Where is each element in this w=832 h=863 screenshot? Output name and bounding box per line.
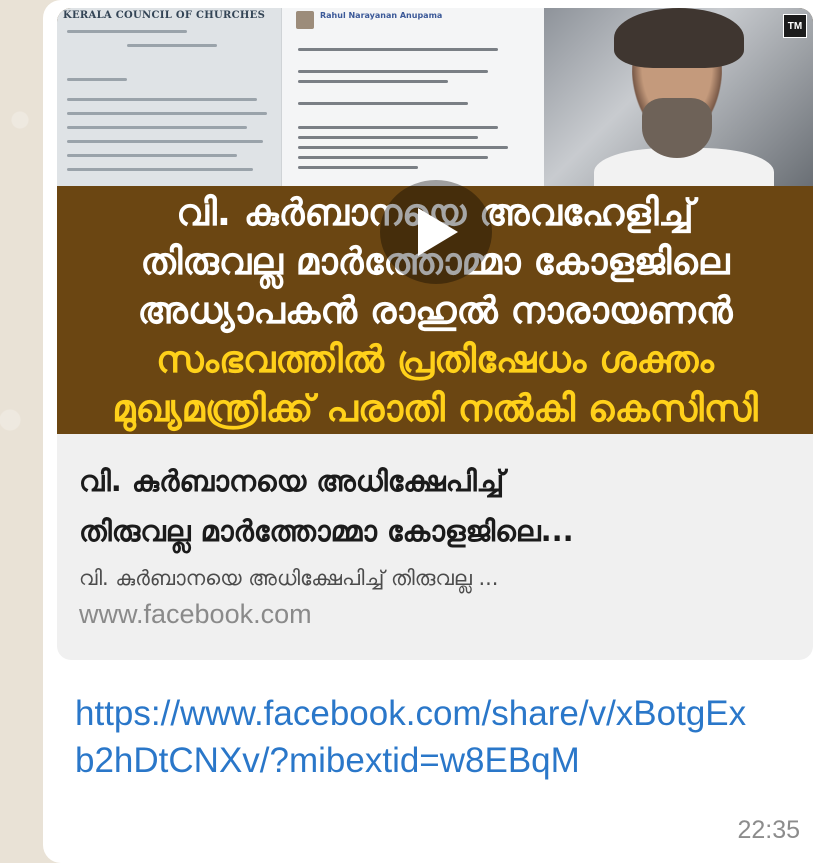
preview-text[interactable]: വി. കുർബാനയെ അധിക്ഷേപിച്ച് തിരുവല്ല മാർത… — [79, 456, 799, 634]
post-line — [298, 102, 468, 105]
post-line — [298, 70, 488, 73]
message-link[interactable]: https://www.facebook.com/share/v/xBotgEx… — [75, 690, 755, 784]
hair-shape — [614, 8, 744, 68]
preview-domain: www.facebook.com — [79, 599, 312, 629]
letter-line — [127, 44, 217, 47]
beard-shape — [642, 98, 712, 158]
letter-line — [67, 78, 127, 81]
play-icon — [418, 208, 458, 256]
headline-line: സംഭവത്തിൽ പ്രതിഷേധം ശക്തം — [156, 337, 714, 381]
preview-title: വി. കുർബാനയെ അധിക്ഷേപിച്ച് തിരുവല്ല മാർത… — [79, 456, 799, 556]
post-author: Rahul Narayanan Anupama — [320, 11, 443, 20]
headline-line: മുഖ്യമന്ത്രിക്ക് പരാതി നൽകി കെസിസി — [112, 386, 758, 430]
message-bubble[interactable]: KERALA COUNCIL OF CHURCHES Rahul Narayan… — [43, 0, 832, 863]
post-line — [298, 166, 418, 169]
avatar — [296, 11, 314, 29]
letter-image: KERALA COUNCIL OF CHURCHES — [57, 8, 281, 186]
post-line — [298, 80, 448, 83]
message-timestamp: 22:35 — [737, 816, 800, 844]
facebook-post-image: Rahul Narayanan Anupama — [281, 8, 544, 186]
person-photo: TM — [544, 8, 813, 186]
letter-line — [67, 98, 257, 101]
letter-line — [67, 140, 263, 143]
thumbnail-collage: KERALA COUNCIL OF CHURCHES Rahul Narayan… — [57, 8, 813, 186]
link-preview-card[interactable]: KERALA COUNCIL OF CHURCHES Rahul Narayan… — [57, 8, 813, 660]
letter-line — [67, 154, 237, 157]
post-line — [298, 48, 498, 51]
letter-line — [67, 126, 247, 129]
video-thumbnail[interactable]: KERALA COUNCIL OF CHURCHES Rahul Narayan… — [57, 8, 813, 434]
post-line — [298, 136, 478, 139]
preview-title-line: വി. കുർബാനയെ അധിക്ഷേപിച്ച് — [79, 464, 505, 498]
post-line — [298, 146, 508, 149]
letter-line — [67, 112, 267, 115]
preview-description: വി. കുർബാനയെ അധിക്ഷേപിച്ച് തിരുവല്ല ... — [79, 566, 499, 590]
play-button[interactable] — [380, 180, 492, 284]
headline-line: അധ്യാപകൻ രാഹുൽ നാരായണൻ — [137, 288, 733, 332]
preview-title-line: തിരുവല്ല മാർത്തോമ്മാ കോളജിലെ... — [79, 514, 574, 548]
channel-logo: TM — [783, 14, 807, 38]
letter-line — [67, 30, 187, 33]
letter-line — [67, 168, 253, 171]
post-line — [298, 156, 488, 159]
letter-header: KERALA COUNCIL OF CHURCHES — [63, 10, 266, 21]
post-line — [298, 126, 498, 129]
